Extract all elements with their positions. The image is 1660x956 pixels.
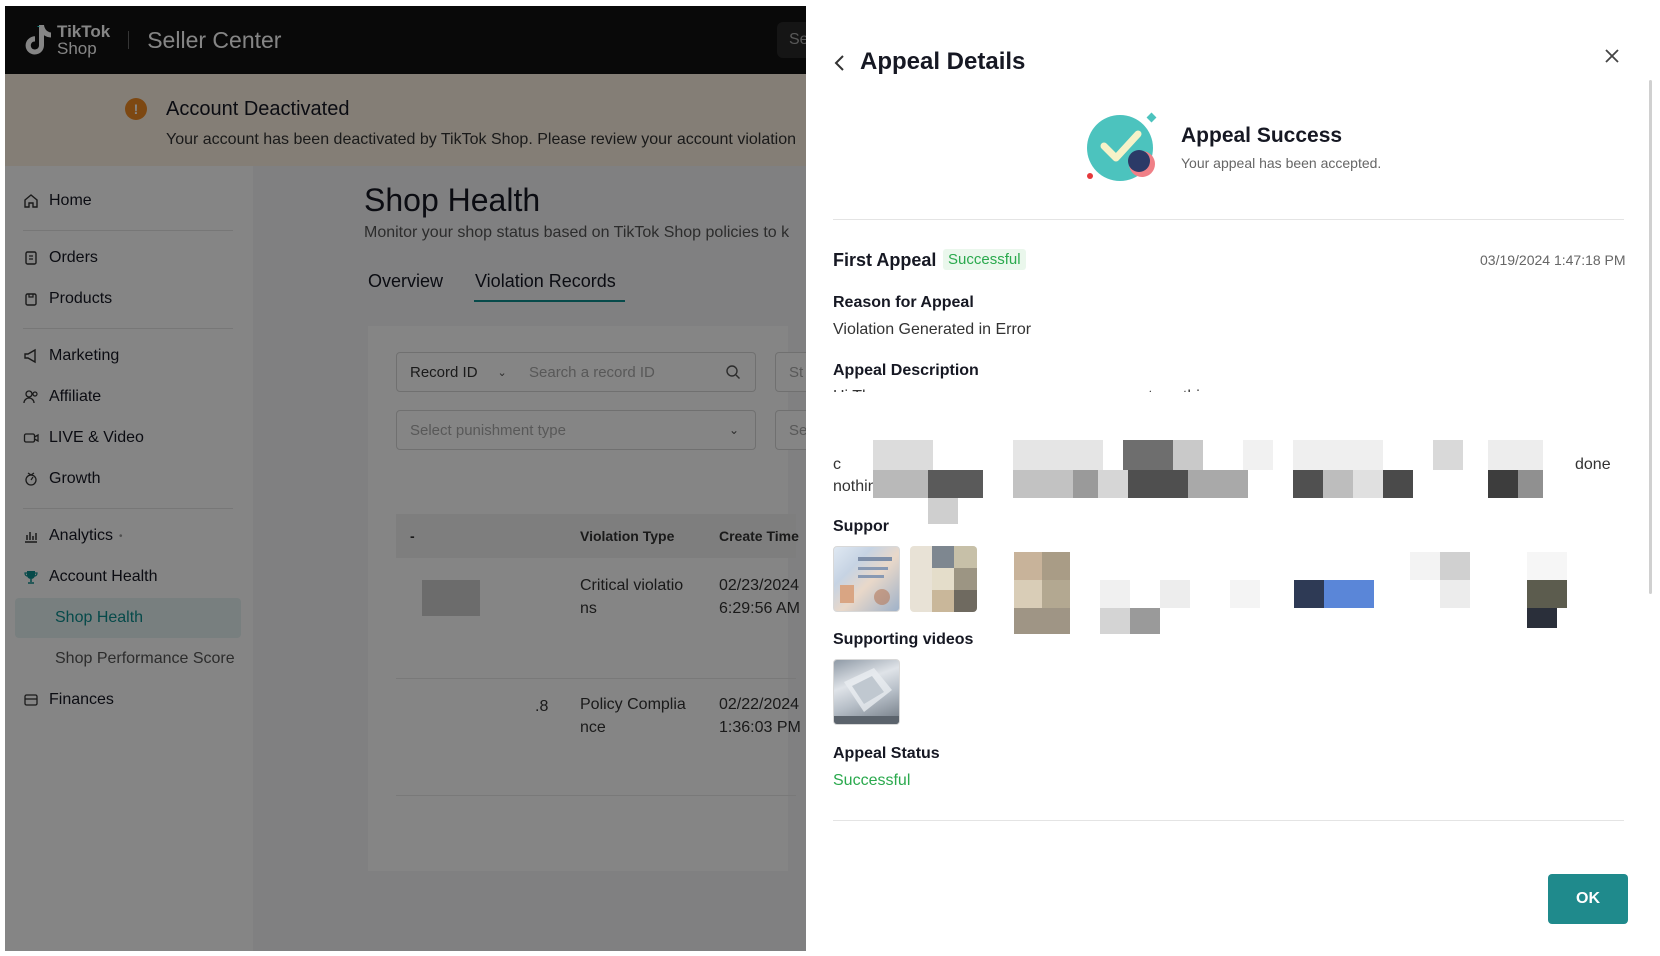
supporting-video-thumbnail[interactable] — [833, 659, 900, 725]
back-arrow-icon[interactable] — [830, 50, 850, 76]
appeal-status-value: Successful — [833, 772, 911, 789]
redaction-mosaic — [833, 392, 1623, 524]
section-divider — [833, 219, 1624, 220]
drawer-title: Appeal Details — [860, 48, 1026, 75]
appeal-title: First Appeal — [833, 250, 937, 270]
appeal-status-label: Appeal Status — [833, 745, 940, 762]
modal-backdrop[interactable] — [5, 6, 810, 951]
section-divider — [833, 820, 1624, 821]
appeal-timestamp: 03/19/2024 1:47:18 PM — [1480, 252, 1626, 268]
success-subtitle: Your appeal has been accepted. — [1181, 155, 1382, 171]
drawer-scrollbar[interactable] — [1649, 80, 1652, 594]
supporting-videos-label: Supporting videos — [833, 631, 974, 648]
supporting-image-thumbnail[interactable] — [910, 546, 977, 612]
redaction-mosaic — [1010, 546, 1590, 636]
description-label: Appeal Description — [833, 362, 979, 379]
supporting-image-thumbnail[interactable] — [833, 546, 900, 612]
reason-label: Reason for Appeal — [833, 294, 974, 311]
reason-value: Violation Generated in Error — [833, 321, 1032, 338]
check-badge-icon — [1084, 110, 1160, 186]
ok-button[interactable]: OK — [1548, 874, 1628, 924]
supporting-images-label: Suppor — [833, 518, 889, 535]
status-badge: Successful — [943, 249, 1026, 270]
success-title: Appeal Success — [1181, 124, 1343, 147]
close-icon[interactable] — [1602, 46, 1622, 66]
